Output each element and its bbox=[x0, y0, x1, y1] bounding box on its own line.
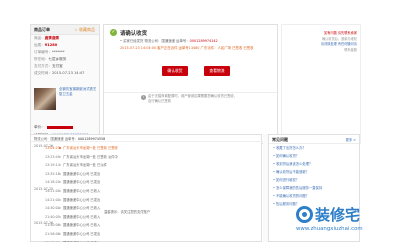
faq-item[interactable]: • 确认收货后不能退款？ bbox=[269, 168, 359, 176]
faq-item[interactable]: • 不能确认收货的问题？ bbox=[269, 192, 359, 200]
tracking-row: 13:23:49 广东省汕头市龙湖一处 已签收 派件中 bbox=[31, 153, 263, 162]
logistics-header: 物流公司：国通速递 运单号：0001289974558 bbox=[31, 135, 263, 142]
tracking-dot bbox=[59, 215, 61, 218]
check-icon: ✓ bbox=[110, 29, 117, 36]
tracking-dot bbox=[59, 189, 61, 192]
info-row: 支付方式：支付宝 bbox=[34, 64, 63, 68]
tracking-time: 14:21:00 bbox=[45, 197, 60, 202]
faq-more-link[interactable]: 更多 > bbox=[346, 137, 356, 142]
tracking-dot bbox=[59, 198, 61, 201]
faq-title: 常见问题 bbox=[272, 137, 288, 142]
tracking-text: 国通速递中心公司 已收入 bbox=[63, 214, 101, 219]
tracking-time: 14:21:00 bbox=[45, 188, 60, 193]
watermark-url: www.zhuangxiuzhai.com bbox=[296, 226, 363, 232]
watermark: 装修宅 www.zhuangxiuzhai.com bbox=[290, 206, 398, 240]
tracking-text: 广东省汕头市龙湖一处 已派件 bbox=[63, 163, 107, 168]
tips-panel: 如有问题 请先联系卖家 确认收货后，退款与维权 请谨慎处理 有任何疑问请 联系客… bbox=[281, 24, 361, 144]
faq-header: 常见问题 更多 > bbox=[269, 135, 359, 144]
tracking-text: 国通速递中心公司 已收入 bbox=[63, 206, 101, 211]
tracking-row: 21:40:05 国通速递中心公司 已收入 bbox=[31, 213, 263, 222]
order-info-title: 商品订单 bbox=[34, 27, 50, 32]
tracking-row: 14:18:20 国通速递中心公司 已发出 bbox=[31, 178, 263, 187]
logistics-list: 2015-07-26 13:04:25 广东省汕头市龙湖一处 已签收 已签收 13:2… bbox=[31, 144, 263, 242]
order-info-header: 商品订单 ☆ 收藏商品 bbox=[31, 25, 99, 35]
faq-item[interactable]: • 怎么保障我的售后服务一直保持 bbox=[269, 184, 359, 192]
tracking-time: 22:18:00 bbox=[45, 239, 60, 242]
product-thumbnail[interactable] bbox=[34, 88, 56, 110]
tip-line: 联系客服 bbox=[344, 47, 357, 52]
pay-note: 温馨提示：请关注您的支付账户 bbox=[104, 210, 151, 214]
info-row: 订单编号：******* bbox=[34, 50, 65, 54]
watermark-brand: 装修宅 bbox=[315, 206, 361, 224]
tracking-text: 国通速递中心公司 已收入 bbox=[63, 188, 101, 193]
faq-list: • 收藏了出货怎么办？ • 如何确认收货？ • 收到货后我该怎么处理？ • 确认收货后… bbox=[269, 144, 359, 208]
tracking-time: 13:23:49 bbox=[45, 154, 60, 159]
info-row: 所在地：七层乡服务 bbox=[34, 57, 67, 61]
tracking-text: 国通速递中心公司 已发出 bbox=[63, 171, 101, 176]
tracking-row: 2015-07-25 14:21:00 国通速递中心公司 已收入 bbox=[31, 187, 263, 196]
tracking-time: 13:19:14 bbox=[45, 163, 60, 168]
tips-list: 如有问题 请先联系卖家 确认收货后，退款与维权 请谨慎处理 有任何疑问请 联系客… bbox=[299, 31, 357, 53]
faq-item[interactable]: • 收到货后我该怎么处理？ bbox=[269, 160, 359, 168]
tracking-dot bbox=[59, 164, 61, 167]
tracking-row: 21:56:06 国通速递中心公司 已发出 bbox=[31, 230, 263, 239]
redacted-price bbox=[46, 125, 73, 129]
shipping-info: • 买家已经发货 物流公司：国通速递 运单号：0001289974142 bbox=[120, 39, 218, 43]
info-row: 运费：¥1280 bbox=[34, 43, 58, 47]
tracking-row: 14:21:00 国通速递中心公司 已发出 bbox=[31, 196, 263, 205]
confirm-title: 请确认收货 bbox=[120, 31, 147, 37]
tracking-dot bbox=[59, 207, 61, 210]
faq-item[interactable]: • 如何进行维权？ bbox=[269, 176, 359, 184]
tracking-row: 2015-07-26 13:04:25 广东省汕头市龙湖一处 已签收 已签收 bbox=[31, 144, 263, 153]
tracking-dot bbox=[59, 147, 61, 149]
product-title-link[interactable]: 全钢仿宝钢新欧洲式铁艺厨卫五金 bbox=[59, 87, 99, 97]
confirm-receipt-button[interactable]: 确认收货 bbox=[162, 66, 188, 76]
tracking-text: 国通速递中心公司 已发出 bbox=[63, 197, 101, 202]
faq-item[interactable]: • 收藏了出货怎么办？ bbox=[269, 144, 359, 152]
tracking-text: 国通速递中心公司 已发出 bbox=[63, 180, 101, 185]
tracking-text: 广东省汕头市龙湖一处 已签收 派件中 bbox=[63, 154, 118, 159]
info-icon: ! bbox=[141, 95, 146, 100]
tracking-time: 14:30:00 bbox=[45, 206, 60, 211]
tracking-time: 21:40:05 bbox=[45, 214, 60, 219]
tracking-time: 14:18:20 bbox=[45, 180, 60, 185]
tracking-dot bbox=[59, 172, 61, 175]
info-row: 商品：鹿茶鹿茶 bbox=[34, 36, 60, 40]
tracking-dot bbox=[59, 155, 61, 158]
tracking-text: 国通速递中心公司 已发出 bbox=[63, 231, 101, 236]
confirm-box: ✓ 请确认收货 • 买家已经发货 物流公司：国通速递 运单号：000128997… bbox=[104, 25, 277, 85]
latest-tracking: 2015-07-23 14:04:00 客户正在派件 运单号13480 广东派件… bbox=[120, 46, 254, 50]
watermark-logo-icon bbox=[296, 206, 313, 223]
tracking-row: 13:35:18 国通速递中心公司 已发出 bbox=[31, 170, 263, 179]
tracking-text: 广东省汕头市龙湖一处 已签收 已签收 bbox=[63, 146, 118, 150]
tracking-row: 13:19:14 广东省汕头市龙湖一处 已派件 bbox=[31, 161, 263, 170]
tracking-row: 2015-07-26 21:40:06 国通速递中心公司 已收入 bbox=[31, 221, 263, 230]
tracking-text: 国通速递中心公司 已收入 bbox=[63, 223, 101, 228]
tracking-time: 21:56:06 bbox=[45, 231, 60, 236]
favorite-link[interactable]: ☆ 收藏商品 bbox=[74, 27, 95, 33]
tracking-text: 国通速递中心公司 已收入 bbox=[63, 239, 100, 242]
faq-item[interactable]: • 如何确认收货？ bbox=[269, 152, 359, 160]
logistics-panel: 物流公司：国通速递 运单号：0001289974558 2015-07-26 13… bbox=[30, 134, 263, 242]
info-row: 成交时间：2015-07-23 14:47 bbox=[34, 71, 85, 75]
tracking-time: 13:04:25 bbox=[45, 146, 60, 150]
view-logistics-button[interactable]: 查看物流 bbox=[204, 66, 230, 76]
note-text: 由于天猫商城配置时，用户使用如果需要您确认收货已签收，自行确认已签收 bbox=[148, 94, 238, 103]
tracking-time: 13:35:18 bbox=[45, 171, 60, 176]
tracking-time: 21:40:06 bbox=[45, 223, 60, 228]
tracking-dot bbox=[59, 232, 61, 235]
tracking-row: 22:18:00国通速递中心公司 已收入 bbox=[31, 239, 263, 242]
note-box: ! 由于天猫商城配置时，用户使用如果需要您确认收货已签收，自行确认已签收 bbox=[104, 92, 277, 110]
